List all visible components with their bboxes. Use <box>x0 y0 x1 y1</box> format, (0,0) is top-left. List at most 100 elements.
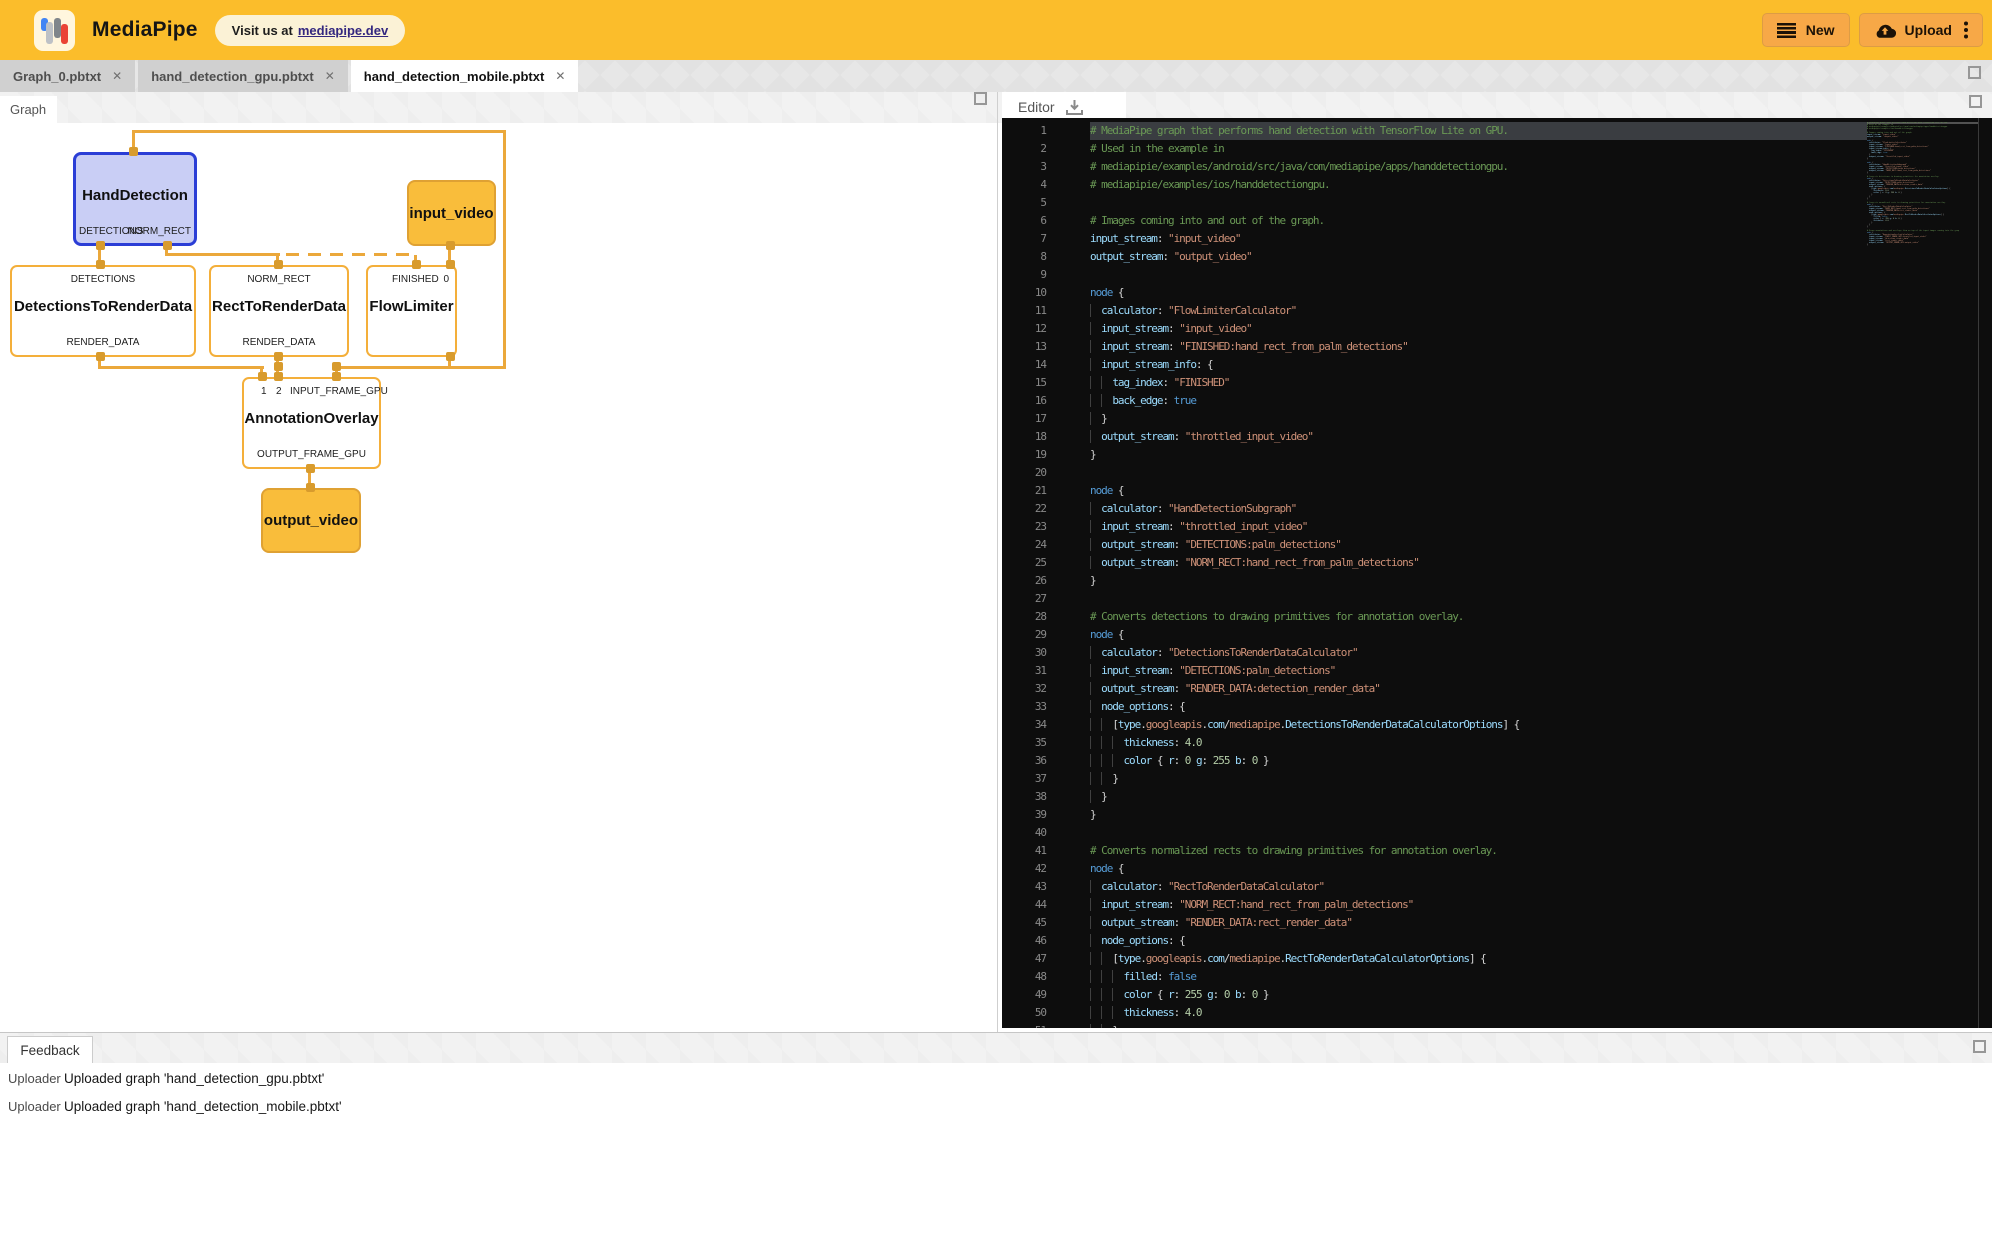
code-line[interactable]: 18 output_stream: "throttled_input_video… <box>1002 428 1992 446</box>
code-line[interactable]: 26} <box>1002 572 1992 590</box>
code-line[interactable]: 9 <box>1002 266 1992 284</box>
new-button-label: New <box>1806 22 1835 38</box>
code-line[interactable]: 23 input_stream: "throttled_input_video" <box>1002 518 1992 536</box>
code-line[interactable]: 1# MediaPipe graph that performs hand de… <box>1002 122 1992 140</box>
code-line[interactable]: 4# mediapipie/examples/ios/handdetection… <box>1002 176 1992 194</box>
code-line[interactable]: 22 calculator: "HandDetectionSubgraph" <box>1002 500 1992 518</box>
tab-feedback-panel[interactable]: Feedback <box>7 1036 93 1063</box>
code-line[interactable]: 15 tag_index: "FINISHED" <box>1002 374 1992 392</box>
code-line[interactable]: 12 input_stream: "input_video" <box>1002 320 1992 338</box>
code-line[interactable]: 44 input_stream: "NORM_RECT:hand_rect_fr… <box>1002 896 1992 914</box>
port <box>163 241 172 250</box>
kebab-icon[interactable] <box>1964 28 1968 32</box>
code-line[interactable]: 20 <box>1002 464 1992 482</box>
close-icon[interactable]: ✕ <box>112 69 122 83</box>
code-line[interactable]: 35 thickness: 4.0 <box>1002 734 1992 752</box>
code-line[interactable]: 42node { <box>1002 860 1992 878</box>
code-line[interactable]: 16 back_edge: true <box>1002 392 1992 410</box>
download-icon[interactable] <box>1065 99 1084 116</box>
port <box>412 260 421 269</box>
code-line[interactable]: 32 output_stream: "RENDER_DATA:detection… <box>1002 680 1992 698</box>
code-line[interactable]: 33 node_options: { <box>1002 698 1992 716</box>
port <box>332 362 341 371</box>
code-line[interactable]: 50 thickness: 4.0 <box>1002 1004 1992 1022</box>
code-line[interactable]: 51 } <box>1002 1022 1992 1028</box>
code-line[interactable]: 47 [type.googleapis.com/mediapipe.RectTo… <box>1002 950 1992 968</box>
code-line[interactable]: 24 output_stream: "DETECTIONS:palm_detec… <box>1002 536 1992 554</box>
code-line[interactable]: 37 } <box>1002 770 1992 788</box>
code-area[interactable]: 1# MediaPipe graph that performs hand de… <box>1002 118 1992 1028</box>
code-line[interactable]: 34 [type.googleapis.com/mediapipe.Detect… <box>1002 716 1992 734</box>
code-line[interactable]: 7input_stream: "input_video" <box>1002 230 1992 248</box>
code-line[interactable]: 19} <box>1002 446 1992 464</box>
port <box>274 362 283 371</box>
code-line[interactable]: 38 } <box>1002 788 1992 806</box>
code-line[interactable]: 25 output_stream: "NORM_RECT:hand_rect_f… <box>1002 554 1992 572</box>
minimap-line: # Draws annotations and overlays them on… <box>1867 230 1959 232</box>
code-line[interactable]: 40 <box>1002 824 1992 842</box>
graph-node-hand-detection[interactable]: HandDetection DETECTIONS NORM_RECT <box>73 152 197 246</box>
code-line[interactable]: 13 input_stream: "FINISHED:hand_rect_fro… <box>1002 338 1992 356</box>
code-line[interactable]: 46 node_options: { <box>1002 932 1992 950</box>
panel-divider[interactable] <box>997 92 998 1032</box>
logo-bar-red <box>61 24 68 44</box>
code-line[interactable]: 27 <box>1002 590 1992 608</box>
code-line[interactable]: 36 color { r: 0 g: 255 b: 0 } <box>1002 752 1992 770</box>
maximize-icon[interactable] <box>1973 1040 1986 1053</box>
code-line[interactable]: 49 color { r: 255 g: 0 b: 0 } <box>1002 986 1992 1004</box>
code-line[interactable]: 10node { <box>1002 284 1992 302</box>
maximize-icon[interactable] <box>974 92 987 105</box>
close-icon[interactable]: ✕ <box>325 69 335 83</box>
code-line[interactable]: 14 input_stream_info: { <box>1002 356 1992 374</box>
code-line[interactable]: 11 calculator: "FlowLimiterCalculator" <box>1002 302 1992 320</box>
code-line[interactable]: 45 output_stream: "RENDER_DATA:rect_rend… <box>1002 914 1992 932</box>
graph-node-flow-limiter[interactable]: FINISHED 0 FlowLimiter <box>366 265 457 357</box>
tab-hand-detection-gpu-pbtxt[interactable]: hand_detection_gpu.pbtxt ✕ <box>138 60 348 92</box>
log-message: Uploaded graph 'hand_detection_gpu.pbtxt… <box>64 1071 324 1086</box>
close-icon[interactable]: ✕ <box>555 69 565 83</box>
port <box>274 372 283 381</box>
cloud-upload-icon <box>1874 22 1896 38</box>
file-tab-strip: Graph_0.pbtxt ✕ hand_detection_gpu.pbtxt… <box>0 60 1992 92</box>
edge <box>503 130 506 369</box>
top-bar: MediaPipe Visit us at mediapipe.dev New … <box>0 0 1992 60</box>
code-editor[interactable]: 1# MediaPipe graph that performs hand de… <box>1002 118 1992 1028</box>
maximize-icon[interactable] <box>1968 66 1981 79</box>
upload-button[interactable]: Upload <box>1859 13 1983 47</box>
code-line[interactable]: 39} <box>1002 806 1992 824</box>
graph-node-output-video[interactable]: output_video <box>261 488 361 553</box>
minimap[interactable]: # MediaPipe graph that performs hand det… <box>1867 122 1959 246</box>
port <box>96 352 105 361</box>
edge <box>132 130 506 133</box>
code-line[interactable]: 5 <box>1002 194 1992 212</box>
log-message: Uploaded graph 'hand_detection_mobile.pb… <box>64 1099 342 1114</box>
tab-graph-0-pbtxt[interactable]: Graph_0.pbtxt ✕ <box>0 60 135 92</box>
tab-graph-panel[interactable]: Graph <box>0 96 57 123</box>
code-line[interactable]: 17 } <box>1002 410 1992 428</box>
code-line[interactable]: 48 filled: false <box>1002 968 1992 986</box>
code-line[interactable]: 6# Images coming into and out of the gra… <box>1002 212 1992 230</box>
code-line[interactable]: 3# mediapipie/examples/android/src/java/… <box>1002 158 1992 176</box>
graph-node-input-video[interactable]: input_video <box>407 180 496 246</box>
code-line[interactable]: 28# Converts detections to drawing primi… <box>1002 608 1992 626</box>
log-row: UploaderUploaded graph 'hand_detection_m… <box>0 1095 342 1117</box>
code-line[interactable]: 8output_stream: "output_video" <box>1002 248 1992 266</box>
graph-node-annotation-overlay[interactable]: 1 2 INPUT_FRAME_GPU AnnotationOverlay OU… <box>242 377 381 469</box>
code-line[interactable]: 43 calculator: "RectToRenderDataCalculat… <box>1002 878 1992 896</box>
code-line[interactable]: 31 input_stream: "DETECTIONS:palm_detect… <box>1002 662 1992 680</box>
code-line[interactable]: 41# Converts normalized rects to drawing… <box>1002 842 1992 860</box>
graph-node-detections-to-render-data[interactable]: DETECTIONS DetectionsToRenderData RENDER… <box>10 265 196 357</box>
maximize-icon[interactable] <box>1969 95 1982 108</box>
scrollbar-gutter[interactable] <box>1978 118 1979 1028</box>
menu-icon <box>1777 23 1796 38</box>
code-line[interactable]: 30 calculator: "DetectionsToRenderDataCa… <box>1002 644 1992 662</box>
code-line[interactable]: 29node { <box>1002 626 1992 644</box>
code-line[interactable]: 21node { <box>1002 482 1992 500</box>
graph-canvas[interactable] <box>0 123 997 1032</box>
mediapipe-dev-link[interactable]: mediapipe.dev <box>298 23 388 38</box>
new-button[interactable]: New <box>1762 13 1850 47</box>
feedback-header-band <box>0 1033 1992 1063</box>
code-line[interactable]: 2# Used in the example in <box>1002 140 1992 158</box>
graph-node-rect-to-render-data[interactable]: NORM_RECT RectToRenderData RENDER_DATA <box>209 265 349 357</box>
tab-hand-detection-mobile-pbtxt[interactable]: hand_detection_mobile.pbtxt ✕ <box>351 60 579 92</box>
